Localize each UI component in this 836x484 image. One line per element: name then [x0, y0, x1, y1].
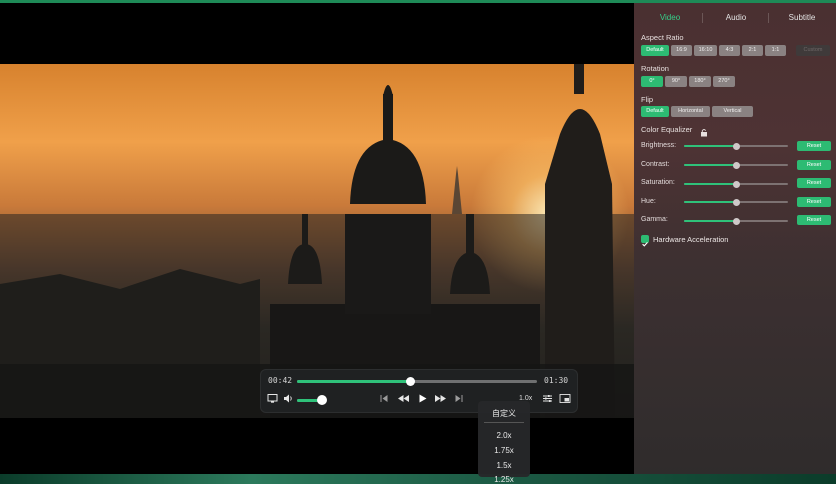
hue-handle[interactable]	[733, 199, 740, 206]
tab-audio[interactable]: Audio	[706, 13, 766, 22]
contrast-label: Contrast:	[641, 161, 670, 168]
lock-icon[interactable]	[700, 124, 708, 142]
speed-option[interactable]: 2.0x	[478, 431, 530, 440]
speed-option[interactable]: 1.5x	[478, 461, 530, 470]
panel-tabs: Video Audio Subtitle	[634, 3, 836, 31]
rotation-option-270[interactable]: 270°	[713, 76, 735, 87]
app-window: 00:42 01:30 1.0x 自定义 2.0x 1.75x 1.5x 1.2…	[0, 0, 836, 484]
saturation-label: Saturation:	[641, 179, 675, 186]
video-pane[interactable]: 00:42 01:30 1.0x	[0, 3, 634, 474]
skip-next-icon[interactable]	[454, 393, 464, 407]
gamma-handle[interactable]	[733, 218, 740, 225]
rewind-icon[interactable]	[397, 393, 410, 407]
gamma-label: Gamma:	[641, 216, 668, 223]
seek-handle[interactable]	[405, 377, 415, 386]
settings-panel: Video Audio Subtitle Aspect Ratio Defaul…	[634, 3, 836, 474]
gamma-slider-fill	[684, 220, 736, 222]
contrast-slider[interactable]	[684, 162, 788, 169]
saturation-slider-fill	[684, 183, 736, 185]
picture-in-picture-icon[interactable]	[559, 393, 571, 407]
flip-option-horizontal[interactable]: Horizontal	[671, 106, 710, 117]
volume-handle[interactable]	[317, 395, 327, 405]
hue-reset-button[interactable]: Reset	[797, 197, 831, 207]
volume-slider-fill	[297, 399, 318, 402]
flip-option-vertical[interactable]: Vertical	[712, 106, 753, 117]
video-frame[interactable]	[0, 64, 634, 418]
tab-subtitle[interactable]: Subtitle	[772, 13, 832, 22]
skip-previous-icon[interactable]	[379, 393, 389, 407]
tab-video[interactable]: Video	[640, 13, 700, 22]
rotation-option-90[interactable]: 90°	[665, 76, 687, 87]
hardware-acceleration-checkbox[interactable]	[641, 235, 649, 247]
speed-option[interactable]: 1.25x	[478, 475, 530, 484]
color-equalizer-label: Color Equalizer	[641, 125, 693, 134]
checkmark-icon	[642, 242, 648, 247]
screen-mode-icon[interactable]	[267, 393, 278, 407]
hue-slider-fill	[684, 201, 736, 203]
contrast-handle[interactable]	[733, 162, 740, 169]
aspect-ratio-label: Aspect Ratio	[641, 33, 684, 42]
gamma-slider[interactable]	[684, 218, 788, 225]
rotation-option-180[interactable]: 180°	[689, 76, 711, 87]
current-time: 00:42	[268, 376, 293, 385]
fast-forward-icon[interactable]	[434, 393, 447, 407]
saturation-reset-button[interactable]: Reset	[797, 178, 831, 188]
brightness-reset-button[interactable]: Reset	[797, 141, 831, 151]
aspect-option-custom[interactable]: Custom	[796, 45, 830, 56]
rotation-option-0[interactable]: 0°	[641, 76, 663, 87]
speed-option-custom[interactable]: 自定义	[478, 408, 530, 419]
hardware-acceleration-label: Hardware Acceleration	[653, 235, 729, 244]
brightness-slider-fill	[684, 145, 736, 147]
brightness-label: Brightness:	[641, 142, 677, 149]
flip-option-default[interactable]: Default	[641, 106, 669, 117]
basilica-silhouette	[0, 64, 634, 418]
brightness-slider[interactable]	[684, 143, 788, 150]
saturation-handle[interactable]	[733, 181, 740, 188]
aspect-option-4-3[interactable]: 4:3	[719, 45, 740, 56]
brightness-handle[interactable]	[733, 143, 740, 150]
aspect-option-default[interactable]: Default	[641, 45, 669, 56]
flip-label: Flip	[641, 95, 654, 104]
total-time: 01:30	[544, 376, 569, 385]
aspect-option-2-1[interactable]: 2:1	[742, 45, 763, 56]
speed-option[interactable]: 1.75x	[478, 446, 530, 455]
seek-bar-fill	[297, 380, 410, 383]
menu-divider	[484, 422, 524, 423]
playback-controls: 00:42 01:30 1.0x	[260, 369, 578, 413]
rotation-label: Rotation	[641, 64, 669, 73]
gamma-reset-button[interactable]: Reset	[797, 215, 831, 225]
adjustments-icon[interactable]	[542, 393, 553, 407]
seek-bar[interactable]	[297, 377, 537, 386]
saturation-slider[interactable]	[684, 181, 788, 188]
tab-divider	[702, 13, 703, 23]
speed-menu: 自定义 2.0x 1.75x 1.5x 1.25x	[478, 401, 530, 484]
contrast-reset-button[interactable]: Reset	[797, 160, 831, 170]
volume-icon[interactable]	[283, 393, 294, 407]
bottom-accent-bar	[0, 474, 836, 484]
contrast-slider-fill	[684, 164, 736, 166]
aspect-option-1-1[interactable]: 1:1	[765, 45, 786, 56]
play-icon[interactable]	[417, 393, 428, 407]
hue-slider[interactable]	[684, 199, 788, 206]
tab-divider	[768, 13, 769, 23]
hue-label: Hue:	[641, 198, 656, 205]
aspect-option-16-9[interactable]: 16:9	[671, 45, 692, 56]
aspect-option-16-10[interactable]: 16:10	[694, 45, 717, 56]
